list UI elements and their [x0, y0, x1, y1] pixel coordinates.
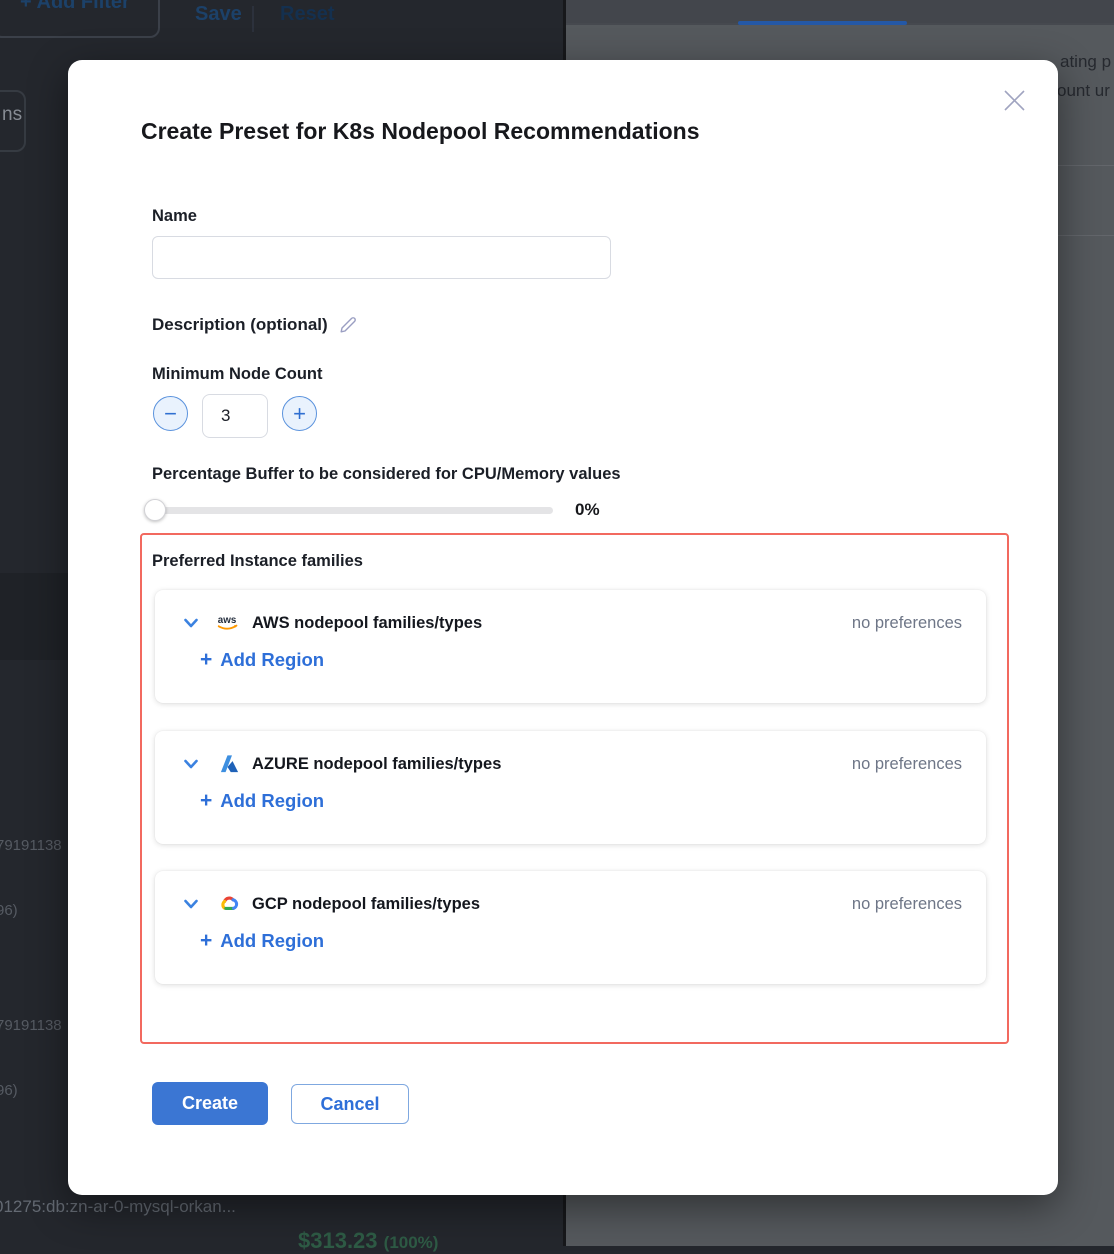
background-text-fragment: ns — [2, 104, 22, 126]
save-button[interactable]: Save — [195, 3, 242, 26]
provider-title: GCP nodepool families/types — [252, 895, 480, 914]
background-id-fragment: 96) — [0, 1082, 18, 1099]
plus-icon: + — [200, 648, 212, 672]
plus-icon: + — [200, 789, 212, 813]
aws-logo-icon: aws — [214, 613, 244, 633]
buffer-slider-track[interactable] — [152, 507, 553, 514]
create-preset-modal: Create Preset for K8s Nodepool Recommend… — [68, 60, 1058, 1195]
provider-card-azure: AZURE nodepool families/types no prefere… — [155, 731, 986, 844]
resource-id-text: 01275:db:zn-ar-0-mysql-orkan... — [0, 1197, 236, 1217]
cost-amount: $313.23 — [298, 1228, 378, 1253]
active-tab-indicator — [738, 21, 907, 25]
add-region-button[interactable]: + Add Region — [200, 648, 324, 672]
chevron-down-icon[interactable] — [182, 895, 200, 913]
provider-card-aws: aws AWS nodepool families/types no prefe… — [155, 590, 986, 703]
provider-title: AZURE nodepool families/types — [252, 755, 501, 774]
preferred-families-label: Preferred Instance families — [152, 552, 363, 571]
name-label: Name — [152, 207, 197, 226]
min-node-count-label: Minimum Node Count — [152, 365, 322, 384]
background-text-fragment: ating p — [1060, 52, 1111, 72]
azure-logo-icon — [214, 754, 244, 774]
minus-icon: − — [164, 401, 177, 426]
edit-pencil-icon[interactable] — [338, 315, 358, 335]
provider-card-header[interactable]: aws AWS nodepool families/types no prefe… — [155, 608, 986, 638]
reset-button[interactable]: Reset — [280, 3, 334, 26]
buffer-value: 0% — [575, 500, 600, 520]
plus-icon: + — [293, 401, 306, 426]
chevron-down-icon[interactable] — [182, 755, 200, 773]
node-count-input[interactable] — [202, 394, 268, 438]
modal-title: Create Preset for K8s Nodepool Recommend… — [141, 118, 700, 145]
background-id-fragment: 79191138 — [0, 837, 62, 854]
provider-status: no preferences — [852, 614, 962, 633]
provider-card-header[interactable]: GCP nodepool families/types no preferenc… — [155, 889, 986, 919]
description-row: Description (optional) — [152, 315, 358, 335]
toolbar-separator — [252, 6, 254, 32]
provider-card-gcp: GCP nodepool families/types no preferenc… — [155, 871, 986, 984]
cost-percent: (100%) — [384, 1233, 439, 1252]
buffer-slider-thumb[interactable] — [144, 499, 166, 521]
background-id-fragment: 96) — [0, 902, 18, 919]
close-button[interactable] — [996, 82, 1032, 118]
gcp-logo-icon — [214, 893, 244, 915]
provider-title: AWS nodepool families/types — [252, 614, 482, 633]
svg-text:aws: aws — [218, 615, 237, 626]
background-id-fragment: 79191138 — [0, 1017, 62, 1034]
provider-status: no preferences — [852, 895, 962, 914]
increment-button[interactable]: + — [282, 396, 317, 431]
add-region-button[interactable]: + Add Region — [200, 929, 324, 953]
background-text-fragment: ount ur — [1057, 81, 1110, 101]
add-region-label: Add Region — [220, 930, 324, 952]
add-filter-label: + Add Filter — [20, 0, 130, 14]
provider-card-header[interactable]: AZURE nodepool families/types no prefere… — [155, 749, 986, 779]
chevron-down-icon[interactable] — [182, 614, 200, 632]
provider-status: no preferences — [852, 755, 962, 774]
close-icon — [1001, 87, 1028, 114]
cancel-button[interactable]: Cancel — [291, 1084, 409, 1124]
add-region-label: Add Region — [220, 649, 324, 671]
add-region-button[interactable]: + Add Region — [200, 789, 324, 813]
description-label: Description (optional) — [152, 315, 328, 335]
cost-value: $313.23 (100%) — [298, 1228, 438, 1254]
create-button[interactable]: Create — [152, 1082, 268, 1125]
add-region-label: Add Region — [220, 790, 324, 812]
name-input[interactable] — [152, 236, 611, 279]
buffer-label: Percentage Buffer to be considered for C… — [152, 465, 621, 484]
decrement-button[interactable]: − — [153, 396, 188, 431]
plus-icon: + — [200, 929, 212, 953]
add-filter-button[interactable]: + Add Filter — [0, 0, 160, 38]
